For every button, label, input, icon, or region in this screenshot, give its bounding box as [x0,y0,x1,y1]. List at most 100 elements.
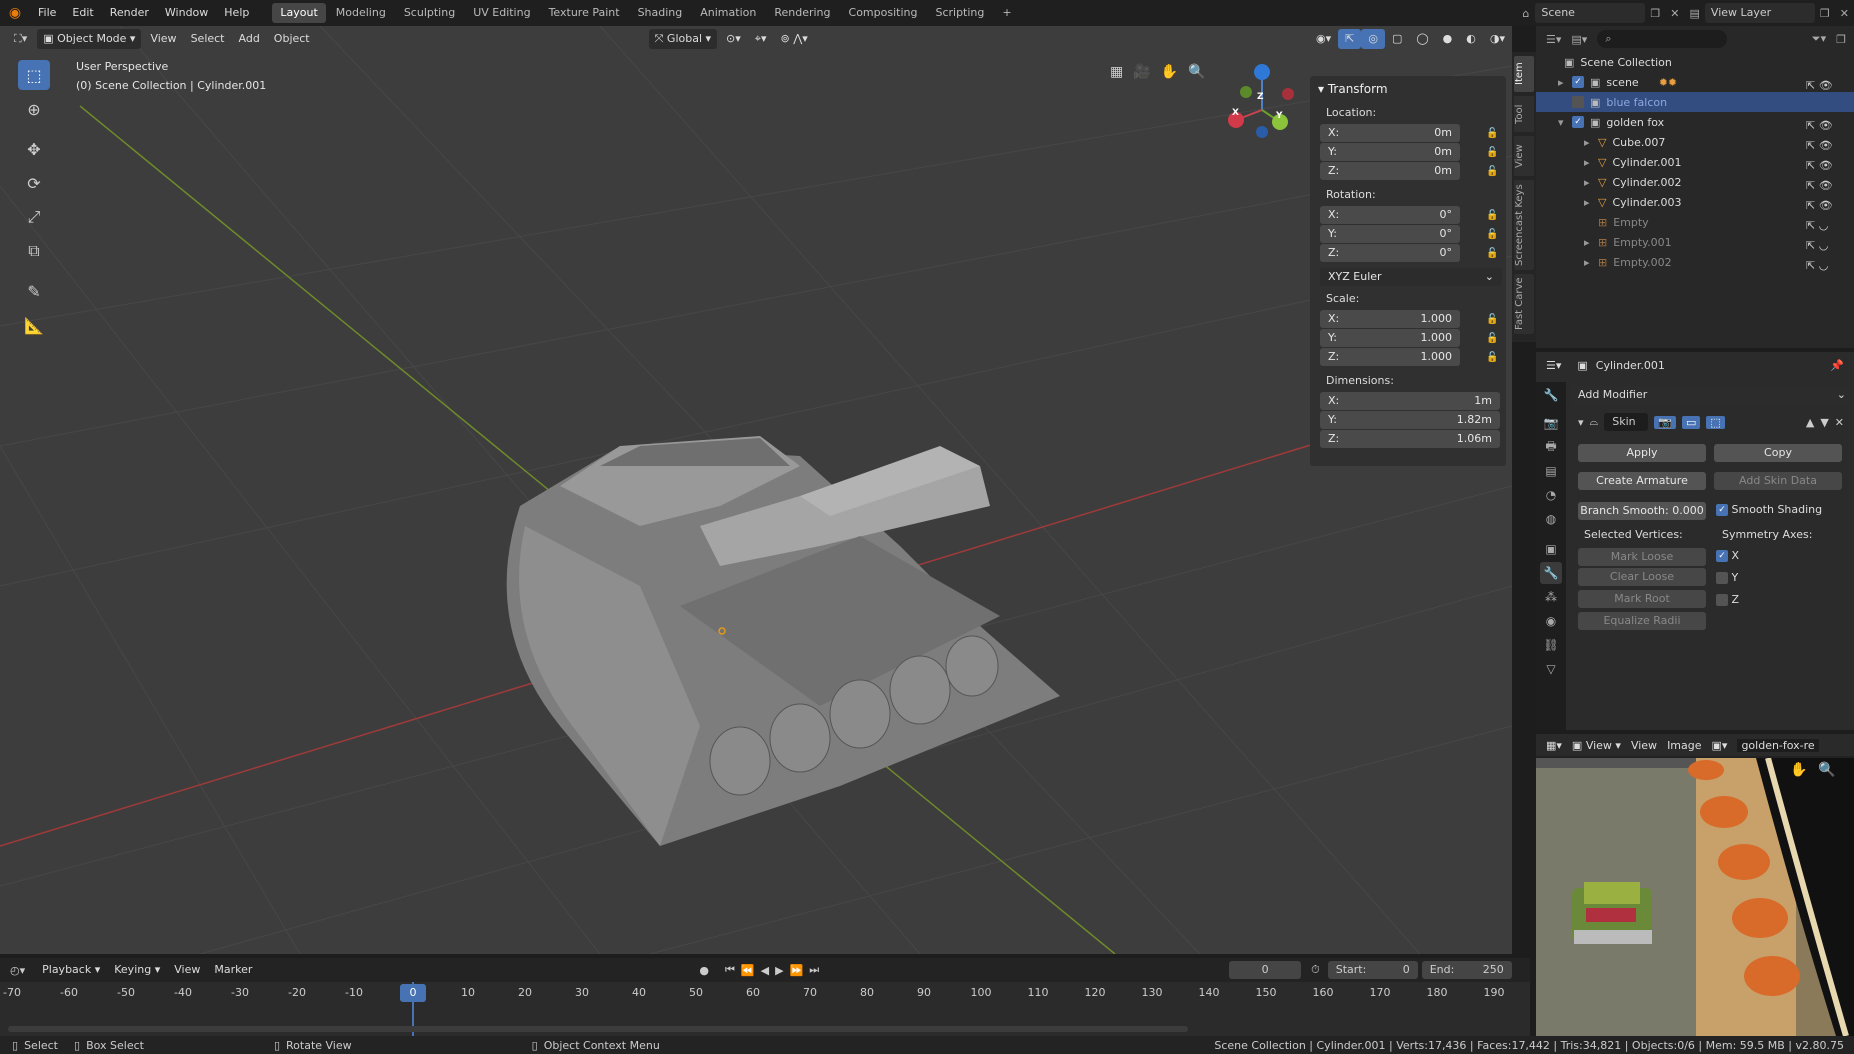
axis-z-checkbox[interactable] [1716,594,1728,606]
create-armature-button[interactable]: Create Armature [1578,472,1706,490]
new-scene-icon[interactable]: ❐ [1645,7,1665,20]
move-down-icon[interactable]: ▼ [1820,416,1828,429]
mark-root-button[interactable]: Mark Root [1578,590,1706,608]
snap-icon[interactable]: ⌖▾ [748,29,774,49]
clear-loose-button[interactable]: Clear Loose [1578,568,1706,586]
select-arrow-icon[interactable]: ⇱ ◡ [1806,216,1850,236]
image-name-field[interactable]: golden-fox-re [1737,738,1819,752]
tab-layout[interactable]: Layout [272,3,326,23]
overlay-toggle-icon[interactable]: ◎ [1361,29,1385,49]
tab-rendering[interactable]: Rendering [766,3,838,23]
view-layer-tab-icon[interactable]: ▤ [1540,460,1562,482]
scale-tool-icon[interactable]: ⤢ [18,202,50,232]
object-tab-icon[interactable]: ▣ [1540,538,1562,560]
include-checkbox[interactable]: ✓ [1572,76,1584,88]
new-collection-icon[interactable]: ❐ [1836,33,1854,46]
select-arrow-icon[interactable]: ⇱ 👁 [1806,196,1850,216]
playhead-frame[interactable]: 0 [400,984,426,1002]
image-editor-icon[interactable]: ▦▾ [1546,739,1562,752]
dimensions-z-field[interactable]: Z: 1.06m [1320,430,1500,448]
measure-tool-icon[interactable]: 📐 [18,310,50,340]
mark-loose-button[interactable]: Mark Loose [1578,548,1706,566]
image-browse-icon[interactable]: ▣▾ [1712,739,1728,752]
tab-scripting[interactable]: Scripting [927,3,992,23]
current-frame-field[interactable]: 0 [1229,961,1302,979]
menu-view[interactable]: View [167,960,207,980]
expand-arrow-icon[interactable]: ▸ [1584,136,1598,149]
start-frame-field[interactable]: Start: 0 [1327,961,1418,979]
tab-fast-carve[interactable]: Fast Carve [1514,274,1534,334]
add-skin-data-button[interactable]: Add Skin Data [1714,472,1842,490]
tab-tool[interactable]: Tool [1514,96,1534,132]
menu-select[interactable]: Select [184,29,232,49]
stopwatch-icon[interactable]: ⏱ [1311,963,1320,977]
select-box-tool-icon[interactable]: ⬚ [18,60,50,90]
menu-view[interactable]: View [1631,739,1657,752]
expand-arrow-icon[interactable]: ▸ [1584,156,1598,169]
close-icon[interactable]: ✕ [1835,416,1850,429]
search-input[interactable]: ⌕ [1597,30,1728,48]
pivot-icon[interactable]: ⊙▾ [719,29,748,49]
lock-icon[interactable]: 🔓 [1486,210,1498,221]
pan-hand-icon[interactable]: ✋ [1161,64,1178,80]
expand-arrow-icon[interactable]: ▸ [1584,196,1598,209]
select-arrow-icon[interactable]: ⇱ ◡ [1806,236,1850,256]
pan-hand-icon[interactable]: ✋ [1790,762,1807,778]
camera-icon[interactable]: 🎥 [1133,64,1150,80]
tab-view[interactable]: View [1514,136,1534,176]
tab-shading[interactable]: Shading [630,3,691,23]
lock-icon[interactable]: 🔓 [1486,166,1498,177]
menu-edit[interactable]: Edit [64,0,101,26]
rotation-y-field[interactable]: Y: 0° [1320,225,1460,243]
apply-button[interactable]: Apply [1578,444,1706,462]
menu-marker[interactable]: Marker [207,960,259,980]
record-icon[interactable]: ● [699,964,709,977]
scale-z-field[interactable]: Z: 1.000 [1320,348,1460,366]
prev-keyframe-icon[interactable]: ⏪ [741,964,755,977]
lock-icon[interactable]: 🔓 [1486,229,1498,240]
collapse-arrow-icon[interactable]: ▾ [1578,416,1584,429]
location-y-field[interactable]: Y: 0m [1320,143,1460,161]
axis-y-checkbox[interactable] [1716,572,1728,584]
include-checkbox[interactable]: ✓ [1572,116,1584,128]
axis-y-row[interactable]: Y [1716,571,1738,584]
branch-smooth-field[interactable]: Branch Smooth: 0.000 [1578,502,1706,520]
timeline-area[interactable]: 0 -70 -60 -50 -40 -30 -20 -10 10 20 30 40 50 60 70 80 9… [0,982,1530,1036]
rotate-tool-icon[interactable]: ⟳ [18,168,50,198]
tab-compositing[interactable]: Compositing [841,3,926,23]
tab-screencast-keys[interactable]: Screencast Keys [1514,180,1534,270]
mode-dropdown[interactable]: ▣ Object Mode ▾ [37,29,142,49]
gizmo-toggle-icon[interactable]: ⇱ [1338,29,1362,49]
remove-scene-icon[interactable]: ✕ [1665,7,1684,20]
expand-arrow-icon[interactable]: ▾ [1558,116,1572,129]
constraints-tab-icon[interactable]: ⛓ [1540,634,1562,656]
expand-arrow-icon[interactable]: ▸ [1558,76,1572,89]
menu-add[interactable]: Add [232,29,267,49]
play-icon[interactable]: ▶ [775,964,783,977]
lock-icon[interactable]: 🔓 [1486,333,1498,344]
world-tab-icon[interactable]: ◍ [1540,508,1562,530]
menu-help[interactable]: Help [216,0,257,26]
rendered-shading-icon[interactable]: ◑▾ [1483,29,1512,49]
outliner-root[interactable]: ▣ Scene Collection [1536,52,1854,72]
menu-render[interactable]: Render [102,0,157,26]
scale-x-field[interactable]: X: 1.000 [1320,310,1460,328]
tab-modeling[interactable]: Modeling [328,3,394,23]
render-toggle-icon[interactable]: ⬚ [1706,415,1725,429]
lock-icon[interactable]: 🔓 [1486,352,1498,363]
playback-dropdown[interactable]: Playback ▾ [35,960,107,980]
tab-uv-editing[interactable]: UV Editing [465,3,538,23]
axis-x-checkbox[interactable]: ✓ [1716,550,1728,562]
zoom-icon[interactable]: 🔍 [1818,762,1835,778]
view-mode-dropdown[interactable]: ▣ View ▾ [1572,739,1621,752]
annotate-tool-icon[interactable]: ✎ [18,276,50,306]
timeline-scrollbar[interactable] [8,1026,1188,1032]
proportional-edit-icon[interactable]: ⊚ ⋀▾ [774,29,815,49]
filter-icon[interactable]: ⏷▾ [1812,32,1826,46]
keying-dropdown[interactable]: Keying ▾ [107,960,167,980]
lock-icon[interactable]: 🔓 [1486,248,1498,259]
select-arrow-icon[interactable]: ⇱ 👁 [1806,176,1850,196]
wireframe-shading-icon[interactable]: ◯ [1409,29,1435,49]
add-workspace-button[interactable]: + [994,3,1019,23]
gizmo-y-label[interactable]: Y [1276,111,1283,121]
